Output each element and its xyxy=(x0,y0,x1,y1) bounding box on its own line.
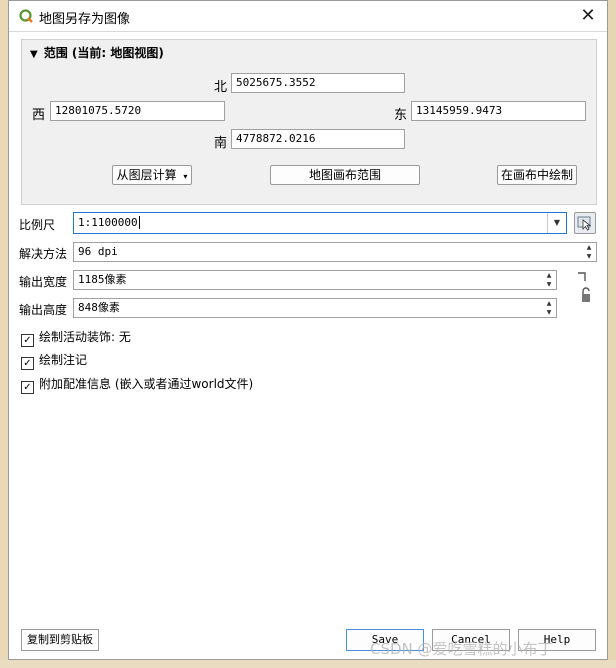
checkbox-checked-icon: ✓ xyxy=(21,334,34,347)
lock-open-icon[interactable] xyxy=(581,287,591,303)
map-canvas-extent-button[interactable]: 地图画布范围 xyxy=(270,165,420,185)
draw-annotations-checkbox[interactable]: ✓ 绘制注记 xyxy=(21,351,87,370)
background-map-right xyxy=(608,0,616,668)
spin-up-icon[interactable]: ▲ xyxy=(542,299,556,308)
output-height-spinbox[interactable]: 848像素 ▲ ▼ xyxy=(73,298,557,318)
title-bar: 地图另存为图像 ✕ xyxy=(9,1,607,32)
chevron-down-icon: ▾ xyxy=(183,172,188,181)
cursor-pick-icon xyxy=(577,216,592,231)
north-field[interactable]: 5025675.3552 xyxy=(231,73,405,93)
map-pick-button[interactable] xyxy=(574,212,596,234)
west-field[interactable]: 12801075.5720 xyxy=(50,101,225,121)
extent-header-label: 范围 (当前: 地图视图) xyxy=(43,46,164,60)
watermark-text: CSDN @爱吃雪糕的小布丁 xyxy=(370,640,553,658)
append-georef-label: 附加配准信息 (嵌入或者通过world文件) xyxy=(39,377,254,391)
spin-down-icon[interactable]: ▼ xyxy=(542,308,556,317)
output-width-value: 1185像素 xyxy=(78,273,127,286)
draw-on-canvas-button[interactable]: 在画布中绘制 xyxy=(497,165,577,185)
spin-up-icon[interactable]: ▲ xyxy=(542,271,556,280)
append-georef-checkbox[interactable]: ✓ 附加配准信息 (嵌入或者通过world文件) xyxy=(21,375,253,394)
save-map-image-dialog: 地图另存为图像 ✕ ▼ 范围 (当前: 地图视图) 北 5025675.3552 … xyxy=(8,0,608,660)
text-cursor xyxy=(138,216,140,229)
scale-combobox[interactable]: 1:1100000 ▼ xyxy=(73,212,567,234)
west-label: 西 xyxy=(32,108,46,123)
checkbox-checked-icon: ✓ xyxy=(21,357,34,370)
chevron-down-icon[interactable]: ▼ xyxy=(547,213,566,233)
draw-decorations-label: 绘制活动装饰: 无 xyxy=(39,330,131,344)
background-map-bottom xyxy=(0,660,616,668)
output-width-spinbox[interactable]: 1185像素 ▲ ▼ xyxy=(73,270,557,290)
resolution-label: 解决方法 xyxy=(19,247,68,261)
qgis-logo-icon xyxy=(19,9,33,23)
east-field[interactable]: 13145959.9473 xyxy=(411,101,586,121)
extent-group-header[interactable]: ▼ 范围 (当前: 地图视图) xyxy=(30,44,164,61)
output-height-label: 输出高度 xyxy=(19,303,68,317)
scale-label: 比例尺 xyxy=(19,218,56,232)
window-title: 地图另存为图像 xyxy=(39,12,131,27)
spin-down-icon[interactable]: ▼ xyxy=(582,252,596,261)
copy-to-clipboard-button[interactable]: 复制到剪贴板 xyxy=(21,629,99,651)
checkbox-checked-icon: ✓ xyxy=(21,381,34,394)
output-height-value: 848像素 xyxy=(78,301,120,314)
south-field[interactable]: 4778872.0216 xyxy=(231,129,405,149)
spin-down-icon[interactable]: ▼ xyxy=(542,280,556,289)
south-label: 南 xyxy=(214,136,228,151)
spin-up-icon[interactable]: ▲ xyxy=(582,243,596,252)
draw-annotations-label: 绘制注记 xyxy=(39,353,88,367)
output-width-label: 输出宽度 xyxy=(19,275,68,289)
east-label: 东 xyxy=(394,108,408,123)
scale-value: 1:1100000 xyxy=(78,216,138,229)
calc-from-layer-label: 从图层计算 xyxy=(116,168,177,182)
calc-from-layer-dropdown[interactable]: 从图层计算 ▾ xyxy=(112,165,192,185)
collapse-triangle-icon: ▼ xyxy=(30,49,38,60)
draw-decorations-checkbox[interactable]: ✓ 绘制活动装饰: 无 xyxy=(21,328,131,347)
resolution-spinbox[interactable]: 96 dpi ▲ ▼ xyxy=(73,242,597,262)
resolution-value: 96 dpi xyxy=(78,245,118,258)
close-button[interactable]: ✕ xyxy=(575,3,601,29)
background-map-left xyxy=(0,0,8,668)
north-label: 北 xyxy=(214,80,228,95)
extent-group: ▼ 范围 (当前: 地图视图) 北 5025675.3552 西 12801075… xyxy=(21,39,597,205)
